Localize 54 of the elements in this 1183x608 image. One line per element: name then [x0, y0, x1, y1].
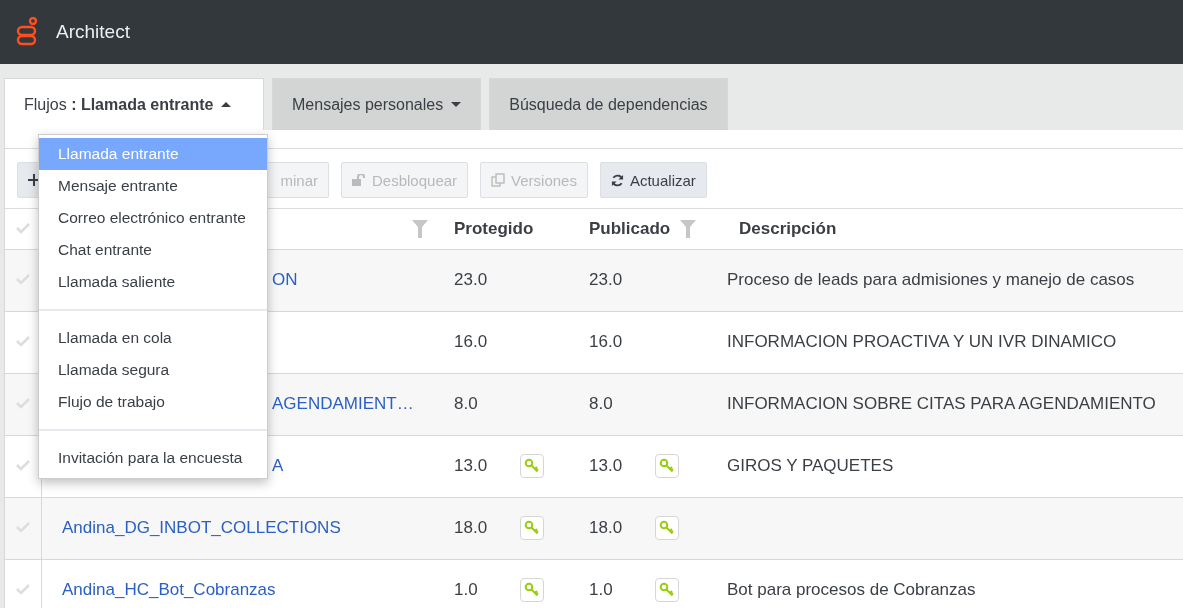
table-cell-text: 8.0	[589, 394, 614, 414]
check-icon	[16, 221, 30, 234]
check-icon	[16, 397, 30, 409]
key-icon[interactable]	[655, 516, 679, 540]
table-cell-text: 23.0	[589, 270, 624, 290]
tab[interactable]: Flujos : Llamada entrante	[4, 78, 264, 130]
plus-icon	[28, 174, 40, 186]
menu-item[interactable]: Flujo de trabajo	[39, 386, 267, 418]
table-cell-text: 18.0	[589, 518, 624, 538]
menu-item[interactable]: Llamada saliente	[39, 266, 267, 298]
tab[interactable]: Mensajes personales	[272, 78, 482, 130]
key-icon[interactable]	[520, 454, 544, 478]
toolbar-button[interactable]: Actualizar	[599, 162, 707, 198]
column-header[interactable]: Descripción	[726, 218, 837, 239]
menu-item[interactable]: Llamada segura	[39, 354, 267, 386]
filter-icon[interactable]	[680, 219, 697, 238]
table-cell-text: 13.0	[454, 456, 489, 476]
app-title: Architect	[56, 21, 130, 43]
key-icon[interactable]	[520, 516, 544, 540]
table-cell-text: Bot para procesos de Cobranzas	[726, 580, 976, 599]
table-cell-text: 1.0	[589, 580, 614, 600]
tab[interactable]: Búsqueda de dependencias	[489, 78, 728, 130]
table-cell-text: 13.0	[589, 456, 624, 476]
check-icon	[16, 521, 30, 533]
check-icon	[16, 273, 30, 285]
key-icon[interactable]	[655, 454, 679, 478]
column-header[interactable]: Publicado	[589, 218, 671, 239]
key-icon[interactable]	[655, 578, 679, 602]
flow-link[interactable]: Andina_HC_Bot_Cobranzas	[42, 580, 276, 599]
key-icon[interactable]	[520, 578, 544, 602]
table-cell-text: INFORMACION PROACTIVA Y UN IVR DINAMICO	[726, 332, 1117, 351]
copy-icon	[491, 173, 506, 187]
check-icon	[16, 459, 30, 471]
check-icon	[16, 583, 30, 595]
table-cell-text: 1.0	[454, 580, 479, 600]
table-cell-text: GIROS Y PAQUETES	[726, 456, 894, 475]
table-cell-text: 23.0	[454, 270, 489, 290]
table-cell-text: Proceso de leads para admisiones y manejo de casos	[726, 270, 1135, 289]
menu-item[interactable]: Correo electrónico entrante	[39, 202, 267, 234]
filter-icon[interactable]	[412, 219, 428, 238]
menu-item[interactable]: Chat entrante	[39, 234, 267, 266]
table-cell-text: 16.0	[589, 332, 624, 352]
column-header[interactable]: Protegido	[454, 218, 534, 239]
table-cell-text: 18.0	[454, 518, 489, 538]
refresh-icon	[610, 173, 624, 187]
padlock-icon	[352, 174, 366, 186]
flow-link[interactable]: Andina_DG_INBOT_COLLECTIONS	[42, 518, 341, 537]
check-icon	[16, 335, 30, 347]
table-cell-text: INFORMACION SOBRE CITAS PARA AGENDAMIENTO	[726, 394, 1156, 413]
menu-item[interactable]: Invitación para la encuesta	[39, 442, 267, 474]
menu-item[interactable]: Llamada en cola	[39, 322, 267, 354]
table-cell-text: 16.0	[454, 332, 489, 352]
logo-icon	[16, 17, 38, 47]
table-cell-text: 8.0	[454, 394, 479, 414]
